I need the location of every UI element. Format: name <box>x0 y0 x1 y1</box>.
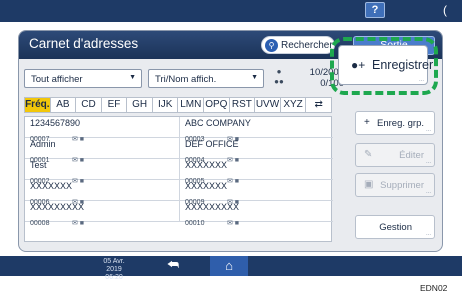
list-item[interactable]: XXXXXXX 00006 ✉ ■ <box>25 180 179 206</box>
menu-icon[interactable]: ( <box>443 3 447 17</box>
edit-button[interactable]: ✎ Éditer ... <box>355 143 435 167</box>
entry-name: XXXXXXXXX <box>30 202 85 212</box>
index-tabs: Fréq. AB CD EF GH IJK LMN OPQ RST UVW XY… <box>24 97 332 113</box>
more-indicator: ... <box>425 189 431 195</box>
chevron-down-icon: ▼ <box>129 74 136 81</box>
manage-label: Gestion <box>379 222 412 233</box>
list-item[interactable]: 1234567890 00007 ✉ ■ <box>25 117 179 143</box>
edit-label: Éditer <box>399 150 424 161</box>
manage-button[interactable]: Gestion ... <box>355 215 435 239</box>
tab-ab[interactable]: AB <box>51 98 77 112</box>
list-item[interactable]: XXXXXXX 00009 ✉ ■ <box>179 180 333 206</box>
help-button[interactable]: ? <box>365 2 385 18</box>
entry-number: 00008 <box>30 220 50 227</box>
list-item[interactable]: Admin 00001 ✉ ■ <box>25 138 179 164</box>
destination-type-icons: ✉ ■ <box>227 220 240 227</box>
register-button[interactable]: ●+ Enregistrer ... <box>338 45 433 85</box>
figure-code: EDN02 <box>420 283 448 293</box>
sort-value: Tri/Nom affich. <box>155 74 217 85</box>
tab-frequent[interactable]: Fréq. <box>25 98 51 112</box>
bottom-bar: 05 Avr. 2019 06:20 ⮪ ⌂ <box>0 256 462 281</box>
tab-ijk[interactable]: IJK <box>153 98 179 112</box>
search-label: Rechercher <box>281 39 333 51</box>
entry-name: XXXXXXX <box>30 181 73 191</box>
destination-type-icons: ✉ ■ <box>72 220 85 227</box>
entry-name: XXXXXXX <box>185 181 228 191</box>
search-button[interactable]: ⚲ Rechercher <box>261 36 335 54</box>
list-item[interactable]: ABC COMPANY 00003 ✉ ■ <box>179 117 333 143</box>
entry-name: 1234567890 <box>30 118 81 128</box>
register-label: Enregistrer <box>372 58 434 72</box>
more-indicator: ... <box>425 159 431 165</box>
people-icon: ● ●● <box>274 67 284 86</box>
delete-button[interactable]: ▣ Supprimer ... <box>355 173 435 197</box>
display-filter-select[interactable]: Tout afficher ▼ <box>24 69 142 88</box>
more-indicator: ... <box>425 231 431 237</box>
entry-number: 00010 <box>185 220 205 227</box>
tab-ef[interactable]: EF <box>102 98 128 112</box>
sort-select[interactable]: Tri/Nom affich. ▼ <box>148 69 264 88</box>
register-group-button[interactable]: + Enreg. grp. ... <box>355 111 435 135</box>
tab-xyz[interactable]: XYZ <box>281 98 307 112</box>
more-indicator: ... <box>425 127 431 133</box>
tab-uvw[interactable]: UVW <box>255 98 281 112</box>
date-text: 05 Avr. 2019 <box>103 258 125 273</box>
tab-gh[interactable]: GH <box>127 98 153 112</box>
window-title: Carnet d'adresses <box>29 36 139 51</box>
entry-name: XXXXXXX <box>185 160 228 170</box>
entry-name: DEF OFFICE <box>185 139 239 149</box>
list-item[interactable]: DEF OFFICE 00004 ✉ ■ <box>179 138 333 164</box>
tab-rst[interactable]: RST <box>230 98 256 112</box>
home-icon[interactable]: ⌂ <box>210 256 248 276</box>
delete-label: Supprimer <box>380 180 424 191</box>
trash-icon: ▣ <box>364 179 374 190</box>
more-indicator: ... <box>418 77 424 83</box>
tab-opq[interactable]: OPQ <box>204 98 230 112</box>
address-list: 1234567890 00007 ✉ ■ ABC COMPANY 00003 ✉ ■… <box>24 116 333 242</box>
entry-name: Admin <box>30 139 56 149</box>
register-group-label: Enreg. grp. <box>377 118 424 129</box>
list-item[interactable]: Test 00002 ✉ ■ <box>25 159 179 185</box>
display-filter-value: Tout afficher <box>31 74 83 85</box>
date-time: 05 Avr. 2019 06:20 <box>99 258 129 282</box>
chevron-down-icon: ▼ <box>251 74 258 81</box>
pencil-icon: ✎ <box>364 149 373 160</box>
entry-name: ABC COMPANY <box>185 118 251 128</box>
search-icon: ⚲ <box>265 38 278 52</box>
tab-cd[interactable]: CD <box>76 98 102 112</box>
tab-lmn[interactable]: LMN <box>178 98 205 112</box>
top-status-bar: ? ( <box>0 0 462 22</box>
list-item[interactable]: XXXXXXX 00005 ✉ ■ <box>179 159 333 185</box>
switch-tabs-icon[interactable]: ⇄ <box>306 98 331 112</box>
time-text: 06:20 <box>105 274 123 281</box>
add-person-icon: ●+ <box>351 58 366 72</box>
add-group-icon: + <box>364 117 370 128</box>
entry-name: XXXXXXXXX <box>185 202 240 212</box>
entry-name: Test <box>30 160 47 170</box>
back-arrow-icon[interactable]: ⮪ <box>167 257 179 273</box>
list-item[interactable]: XXXXXXXXX 00010 ✉ ■ <box>179 201 333 227</box>
list-item[interactable]: XXXXXXXXX 00008 ✉ ■ <box>25 201 179 227</box>
